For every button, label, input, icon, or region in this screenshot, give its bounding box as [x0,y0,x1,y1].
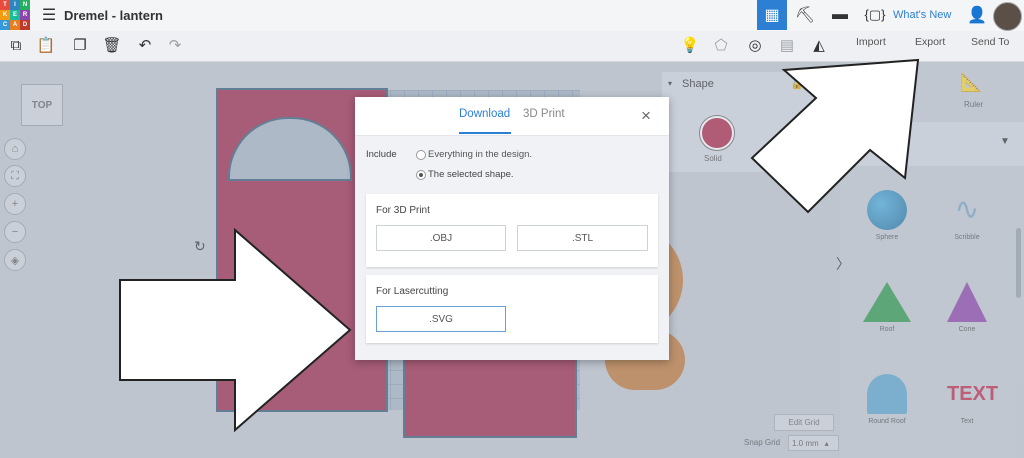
arrow-to-svg-icon [119,227,352,433]
arrow-to-export-icon [750,58,920,214]
annotation-arrows [119,58,920,433]
